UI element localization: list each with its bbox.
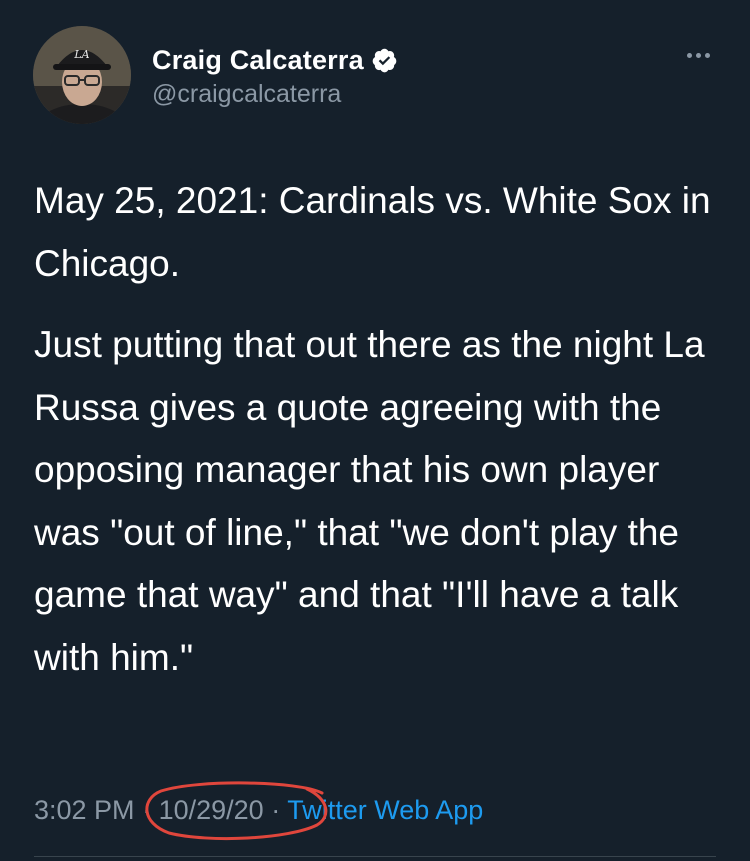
meta-separator: · (271, 795, 288, 825)
display-name[interactable]: Craig Calcaterra (152, 45, 364, 76)
more-dots-icon (695, 52, 701, 58)
tweet-paragraph: Just putting that out there as the night… (34, 324, 705, 678)
tweet-text: May 25, 2021: Cardinals vs. White Sox in… (34, 170, 724, 689)
more-dots-icon (704, 52, 710, 58)
tweet-date[interactable]: 10/29/20 (159, 795, 264, 825)
tweet-card: LA Craig Calcaterra @craigcalcaterra May… (0, 0, 750, 861)
tweet-source-link[interactable]: Twitter Web App (287, 795, 483, 825)
more-dots-icon (686, 52, 692, 58)
tweet-meta: 3:02 PM · 10/29/20 · Twitter Web App (34, 790, 483, 830)
divider (34, 856, 716, 857)
tweet-time[interactable]: 3:02 PM (34, 795, 135, 825)
more-options-button[interactable] (678, 40, 718, 70)
verified-badge-icon (371, 47, 398, 74)
avatar[interactable]: LA (33, 26, 131, 124)
meta-separator: · (142, 795, 159, 825)
user-handle[interactable]: @craigcalcaterra (152, 80, 341, 109)
tweet-paragraph: May 25, 2021: Cardinals vs. White Sox in… (34, 180, 711, 284)
user-name-row: Craig Calcaterra (152, 42, 398, 78)
avatar-image: LA (33, 26, 131, 124)
cap-logo: LA (73, 48, 89, 61)
